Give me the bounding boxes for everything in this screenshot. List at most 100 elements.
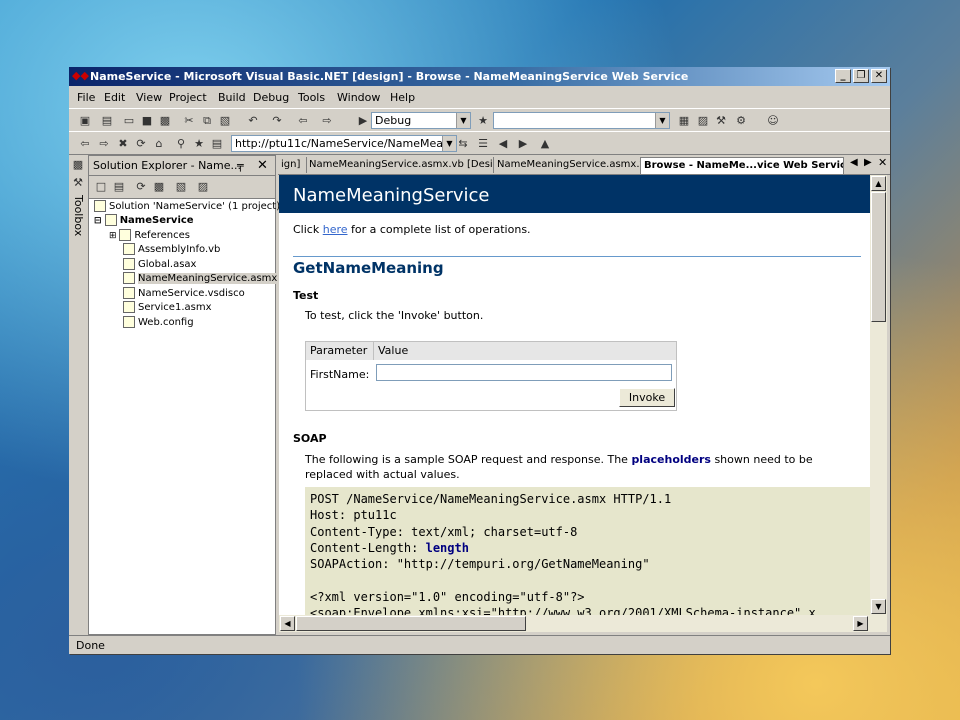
menu-debug[interactable]: Debug xyxy=(253,91,289,104)
soap-heading: SOAP xyxy=(293,432,327,445)
save-icon[interactable]: ■ xyxy=(139,113,155,128)
menu-help[interactable]: Help xyxy=(390,91,415,104)
chevron-down-icon[interactable]: ▼ xyxy=(442,136,456,151)
find-combo[interactable]: ▼ xyxy=(493,112,670,129)
find-in-files-icon[interactable]: ★ xyxy=(475,113,491,128)
refresh-icon[interactable]: ⟳ xyxy=(133,179,149,194)
new-project-icon[interactable]: ▣ xyxy=(77,113,93,128)
tab-browse[interactable]: Browse - NameMe...vice Web Service xyxy=(640,157,844,174)
pin-icon[interactable]: ╤ xyxy=(237,156,244,175)
tree-item-vsdisco[interactable]: NameService.vsdisco xyxy=(123,286,245,301)
nav-forward-icon[interactable]: ⇨ xyxy=(319,113,335,128)
tab-global-design[interactable]: ign] xyxy=(278,157,307,173)
toolbox-tab-icon[interactable]: ⚒ xyxy=(70,175,86,190)
tab-scroll-right-icon[interactable]: ▶ xyxy=(864,157,872,168)
tree-item-webconfig[interactable]: Web.config xyxy=(123,315,194,330)
tree-item-solution[interactable]: Solution 'NameService' (1 project) xyxy=(94,199,280,214)
menu-tools[interactable]: Tools xyxy=(298,91,325,104)
forward-icon[interactable]: ⇨ xyxy=(96,136,112,151)
tree-item-assemblyinfo[interactable]: AssemblyInfo.vb xyxy=(123,242,220,257)
chevron-down-icon[interactable]: ▼ xyxy=(456,113,470,128)
vs-app-icon[interactable]: ◆◆ xyxy=(72,70,89,82)
view-designer-icon[interactable]: ▤ xyxy=(111,179,127,194)
menu-project[interactable]: Project xyxy=(169,91,207,104)
tree-item-service1[interactable]: Service1.asmx xyxy=(123,300,212,315)
favorites-icon[interactable]: ★ xyxy=(191,136,207,151)
font-size-icon[interactable]: ▤ xyxy=(209,136,225,151)
scroll-up-icon[interactable]: ▲ xyxy=(871,176,886,191)
menu-file[interactable]: File xyxy=(77,91,95,104)
undo-icon[interactable]: ↶ xyxy=(245,113,261,128)
view-in-browser-icon[interactable]: ▲ xyxy=(537,136,553,151)
server-explorer-icon[interactable]: ▩ xyxy=(70,157,86,172)
title-bar[interactable]: ◆◆ NameService - Microsoft Visual Basic.… xyxy=(69,67,890,86)
nav-back-icon[interactable]: ⇦ xyxy=(295,113,311,128)
toolbox-icon[interactable]: ⚒ xyxy=(713,113,729,128)
placeholders-link[interactable]: placeholders xyxy=(631,453,711,466)
code-line: Host: ptu11c xyxy=(310,508,397,523)
chevron-down-icon[interactable]: ▼ xyxy=(655,113,669,128)
vertical-scrollbar[interactable]: ▲ ▼ xyxy=(870,175,887,615)
search-icon[interactable]: ⚲ xyxy=(173,136,189,151)
operations-link[interactable]: here xyxy=(323,223,348,236)
show-all-files-icon[interactable]: ▧ xyxy=(173,179,189,194)
operation-title: GetNameMeaning xyxy=(293,259,444,277)
maximize-button[interactable]: ❐ xyxy=(853,69,869,83)
open-icon[interactable]: ▭ xyxy=(121,113,137,128)
dynamic-help-icon[interactable]: ◀ xyxy=(495,136,511,151)
back-icon[interactable]: ⇦ xyxy=(77,136,93,151)
solution-explorer-icon[interactable]: ▦ xyxy=(676,113,692,128)
close-icon[interactable]: ✕ xyxy=(257,156,268,175)
scroll-right-icon[interactable]: ▶ xyxy=(853,616,868,631)
toolbox-tab[interactable]: Toolbox xyxy=(72,195,85,236)
scroll-left-icon[interactable]: ◀ xyxy=(280,616,295,631)
menu-build[interactable]: Build xyxy=(218,91,246,104)
tree-item-global[interactable]: Global.asax xyxy=(123,257,196,272)
url-input[interactable]: http://ptu11c/NameService/NameMeanir ▼ xyxy=(231,135,457,152)
tab-scroll-left-icon[interactable]: ◀ xyxy=(850,157,858,168)
menu-edit[interactable]: Edit xyxy=(104,91,125,104)
options-icon[interactable]: ▶ xyxy=(515,136,531,151)
close-document-icon[interactable]: ✕ xyxy=(878,156,887,169)
class-view-icon[interactable]: ⚙ xyxy=(733,113,749,128)
copy-project-icon[interactable]: ▩ xyxy=(151,179,167,194)
tab-asmx-vb[interactable]: NameMeaningService.asmx.vb xyxy=(494,157,641,173)
tree-item-project[interactable]: ⊟ NameService xyxy=(94,213,194,228)
smiley-icon[interactable]: ☺ xyxy=(765,113,781,128)
copy-icon[interactable]: ⧉ xyxy=(199,113,215,128)
properties-icon[interactable]: ▨ xyxy=(695,113,711,128)
solution-explorer-toolbar: □ ▤ ⟳ ▩ ▧ ▨ xyxy=(89,176,275,199)
refresh-icon[interactable]: ⟳ xyxy=(133,136,149,151)
stop-icon[interactable]: ✖ xyxy=(115,136,131,151)
url-value: http://ptu11c/NameService/NameMeanir xyxy=(235,137,457,150)
code-line: <?xml version="1.0" encoding="utf-8"?> xyxy=(310,589,585,604)
paste-icon[interactable]: ▧ xyxy=(217,113,233,128)
tab-asmx-vb-design[interactable]: NameMeaningService.asmx.vb [Design] xyxy=(306,157,494,173)
close-button[interactable]: ✕ xyxy=(871,69,887,83)
scroll-down-icon[interactable]: ▼ xyxy=(871,599,886,614)
menu-view[interactable]: View xyxy=(136,91,162,104)
cut-icon[interactable]: ✂ xyxy=(181,113,197,128)
firstname-input[interactable] xyxy=(376,364,672,381)
collapse-icon[interactable]: ⊟ xyxy=(94,216,105,226)
properties-icon[interactable]: ▨ xyxy=(195,179,211,194)
sync-icon[interactable]: ⇆ xyxy=(455,136,471,151)
start-icon[interactable]: ▶ xyxy=(355,113,371,128)
add-item-icon[interactable]: ▤ xyxy=(99,113,115,128)
save-all-icon[interactable]: ▩ xyxy=(157,113,173,128)
view-list-icon[interactable]: ☰ xyxy=(475,136,491,151)
vertical-scroll-thumb[interactable] xyxy=(871,192,886,322)
tree-item-namemeaningservice[interactable]: NameMeaningService.asmx xyxy=(123,271,278,286)
expand-icon[interactable]: ⊞ xyxy=(109,231,119,241)
redo-icon[interactable]: ↷ xyxy=(269,113,285,128)
invoke-button[interactable]: Invoke xyxy=(619,388,675,407)
solution-config-select[interactable]: Debug ▼ xyxy=(371,112,471,129)
code-line: SOAPAction: "http://tempuri.org/GetNameM… xyxy=(310,557,650,572)
tree-item-references[interactable]: ⊞ References xyxy=(109,228,190,243)
menu-window[interactable]: Window xyxy=(337,91,380,104)
home-icon[interactable]: ⌂ xyxy=(151,136,167,151)
view-code-icon[interactable]: □ xyxy=(93,179,109,194)
horizontal-scrollbar[interactable]: ◀ ▶ xyxy=(279,615,887,632)
minimize-button[interactable]: _ xyxy=(835,69,851,83)
horizontal-scroll-thumb[interactable] xyxy=(296,616,526,631)
